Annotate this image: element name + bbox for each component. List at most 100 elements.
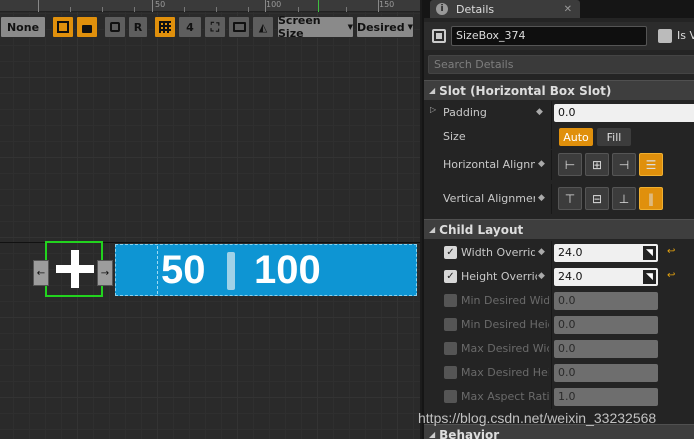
size-row: Size Auto Fill xyxy=(424,125,694,149)
min-desired-width-row: Min Desired Width 0.0 xyxy=(424,289,694,313)
max-desired-height-row: Max Desired Height 0.0 xyxy=(424,361,694,385)
ruler-label-50: 50 xyxy=(155,0,166,9)
height-override-label: Height Override xyxy=(461,270,537,283)
designer-viewport[interactable]: 50 100 150 None R 4 ⛶ ◭ Screen Size ▼ De… xyxy=(0,0,420,439)
grid-size-dropdown[interactable]: 4 xyxy=(178,16,202,38)
revert-icon[interactable]: ↩ xyxy=(667,270,675,281)
max-desired-height-checkbox[interactable] xyxy=(444,366,457,379)
size-fill-button[interactable]: Fill xyxy=(597,128,631,146)
slot-separator xyxy=(157,246,158,294)
valign-label: Vertical Alignmen xyxy=(443,192,535,205)
expand-arrow-icon[interactable]: ◥ xyxy=(643,270,656,284)
min-desired-height-field: 0.0 xyxy=(554,316,658,334)
max-desired-height-label: Max Desired Height xyxy=(461,366,549,379)
max-desired-width-row: Max Desired Width 0.0 xyxy=(424,337,694,361)
min-desired-width-label: Min Desired Width xyxy=(461,294,549,307)
grid-snap-icon[interactable] xyxy=(154,16,176,38)
align-vfill-icon[interactable]: ‖ xyxy=(639,187,663,210)
tab-details[interactable]: i Details ✕ xyxy=(430,0,580,18)
size-auto-button[interactable]: Auto xyxy=(559,128,593,146)
desired-size-dropdown[interactable]: Desired ▼ xyxy=(356,16,414,38)
min-desired-height-label: Min Desired Height xyxy=(461,318,549,331)
max-desired-width-field: 0.0 xyxy=(554,340,658,358)
widget-name-bar: SizeBox_374 Is Va xyxy=(424,22,694,50)
value-text-right[interactable]: 100 xyxy=(254,245,321,295)
padding-row: ▷ Padding ◆ 0.0 xyxy=(424,101,694,125)
plus-icon[interactable] xyxy=(56,250,94,288)
image-preview-icon[interactable] xyxy=(228,16,250,38)
category-behavior-title: Behavior xyxy=(439,427,500,439)
value-text-left[interactable]: 50 xyxy=(161,245,206,295)
valign-row: Vertical Alignmen ◆ ⊤ ⊟ ⊥ ‖ xyxy=(424,184,694,214)
respect-locks-button[interactable]: R xyxy=(128,16,148,38)
padding-field[interactable]: 0.0 xyxy=(554,104,694,122)
tab-details-label: Details xyxy=(456,2,495,16)
align-bottom-icon[interactable]: ⊥ xyxy=(612,187,636,210)
reset-icon[interactable]: ◆ xyxy=(538,247,545,257)
chevron-down-icon: ◢ xyxy=(429,86,436,95)
halign-row: Horizontal Alignm ◆ ⊢ ⊞ ⊣ ☰ xyxy=(424,150,694,180)
align-left-icon[interactable]: ⊢ xyxy=(558,153,582,176)
screen-size-dropdown[interactable]: Screen Size ▼ xyxy=(277,14,354,40)
height-override-checkbox[interactable]: ✓ xyxy=(444,270,457,283)
max-desired-width-checkbox[interactable] xyxy=(444,342,457,355)
expand-arrow-icon[interactable]: ▷ xyxy=(430,105,436,114)
align-center-icon[interactable]: ⊞ xyxy=(585,153,609,176)
horizontal-ruler: 50 100 150 xyxy=(0,0,420,12)
details-tab-bar: i Details ✕ xyxy=(424,0,694,18)
align-middle-icon[interactable]: ⊟ xyxy=(585,187,609,210)
padding-label: Padding xyxy=(443,106,487,119)
category-child-layout[interactable]: ◢ Child Layout xyxy=(424,219,694,239)
size-label: Size xyxy=(443,130,466,143)
ruler-label-150: 150 xyxy=(379,0,395,9)
flip-icon[interactable]: ◭ xyxy=(252,16,274,38)
slider-handle[interactable] xyxy=(227,252,235,290)
is-variable-checkbox[interactable] xyxy=(658,29,672,43)
width-override-label: Width Override xyxy=(461,246,535,259)
chevron-down-icon: ◢ xyxy=(429,225,436,234)
min-desired-height-checkbox[interactable] xyxy=(444,318,457,331)
width-override-row: ✓ Width Override ◆ 24.0 ◥ ↩ xyxy=(424,241,694,265)
max-aspect-ratio-checkbox[interactable] xyxy=(444,390,457,403)
pin-icon[interactable] xyxy=(104,16,126,38)
search-details-input[interactable]: Search Details xyxy=(428,55,694,74)
dpi-scale-icon[interactable]: ⛶ xyxy=(204,16,226,38)
align-top-icon[interactable]: ⊤ xyxy=(558,187,582,210)
reset-icon[interactable]: ◆ xyxy=(538,159,545,169)
desired-label: Desired xyxy=(356,20,405,34)
width-override-checkbox[interactable]: ✓ xyxy=(444,246,457,259)
info-icon: i xyxy=(436,3,448,15)
max-aspect-ratio-field: 1.0 xyxy=(554,388,658,406)
expand-arrow-icon[interactable]: ◥ xyxy=(643,246,656,260)
grid-size-value: 4 xyxy=(186,20,194,34)
category-slot-title: Slot (Horizontal Box Slot) xyxy=(439,83,612,98)
anchor-dropdown-label: None xyxy=(6,20,40,34)
chevron-down-icon: ▼ xyxy=(407,23,414,31)
max-desired-height-field: 0.0 xyxy=(554,364,658,382)
watermark-text: https://blog.csdn.net/weixin_33232568 xyxy=(418,410,657,426)
details-panel: i Details ✕ SizeBox_374 Is Va Search Det… xyxy=(422,0,694,439)
reset-icon[interactable]: ◆ xyxy=(538,271,545,281)
reset-icon[interactable]: ◆ xyxy=(536,107,543,117)
lock-icon[interactable] xyxy=(76,16,98,38)
transform-mode-icon[interactable] xyxy=(52,16,74,38)
screen-size-label: Screen Size xyxy=(278,14,321,40)
right-resize-handle[interactable]: → xyxy=(97,260,113,286)
align-right-icon[interactable]: ⊣ xyxy=(612,153,636,176)
height-override-row: ✓ Height Override ◆ 24.0 ◥ ↩ xyxy=(424,265,694,289)
reset-icon[interactable]: ◆ xyxy=(538,193,545,203)
align-fill-icon[interactable]: ☰ xyxy=(639,153,663,176)
category-slot[interactable]: ◢ Slot (Horizontal Box Slot) xyxy=(424,80,694,100)
chevron-down-icon: ◢ xyxy=(429,430,436,439)
chevron-down-icon: ▼ xyxy=(347,23,353,31)
max-aspect-ratio-row: Max Aspect Ratio 1.0 xyxy=(424,385,694,409)
anchor-dropdown[interactable]: None xyxy=(0,16,46,38)
is-variable-label: Is Va xyxy=(677,29,694,42)
widget-name-input[interactable]: SizeBox_374 xyxy=(451,26,647,46)
left-resize-handle[interactable]: ← xyxy=(33,260,49,286)
close-icon[interactable]: ✕ xyxy=(564,4,572,15)
category-behavior[interactable]: ◢ Behavior xyxy=(424,424,694,439)
revert-icon[interactable]: ↩ xyxy=(667,246,675,257)
min-desired-width-checkbox[interactable] xyxy=(444,294,457,307)
min-desired-height-row: Min Desired Height 0.0 xyxy=(424,313,694,337)
